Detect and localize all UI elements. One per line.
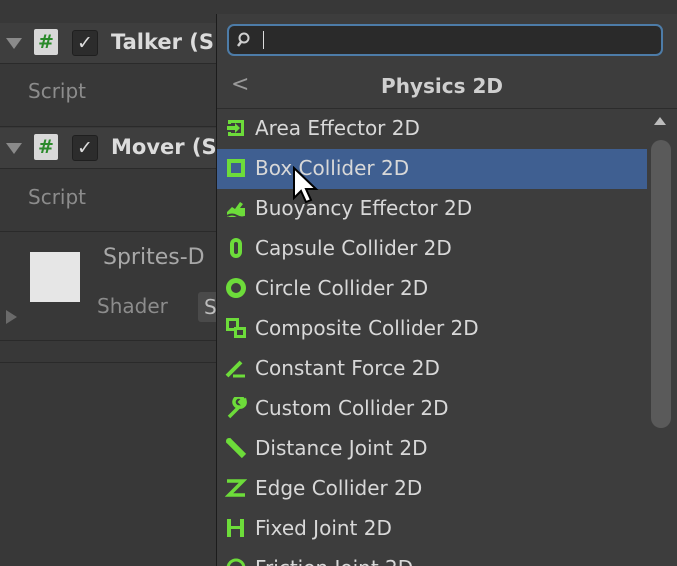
list-item-label: Friction Joint 2D <box>255 556 413 566</box>
mouse-cursor-icon <box>293 166 319 204</box>
list-item-label: Composite Collider 2D <box>255 316 479 340</box>
search-icon <box>237 32 250 47</box>
list-item-label: Box Collider 2D <box>255 156 410 180</box>
text-caret <box>263 31 264 49</box>
list-item-capsule-collider-2d[interactable]: Capsule Collider 2D <box>217 229 647 269</box>
list-item-label: Buoyancy Effector 2D <box>255 196 473 220</box>
list-item-label: Capsule Collider 2D <box>255 236 452 260</box>
material-preview-swatch <box>30 252 80 302</box>
script-hash-icon: # <box>34 134 58 160</box>
list-item-label: Edge Collider 2D <box>255 476 423 500</box>
fixed-joint-icon <box>227 519 244 537</box>
list-item-buoyancy-effector-2d[interactable]: Buoyancy Effector 2D <box>217 189 647 229</box>
list-item-circle-collider-2d[interactable]: Circle Collider 2D <box>217 269 647 309</box>
component-title: Talker (S <box>111 30 215 54</box>
foldout-arrow-icon[interactable] <box>6 143 22 154</box>
component-list: Area Effector 2D Box Collider 2D Buoyanc… <box>217 109 649 566</box>
material-name: Sprites-D <box>103 245 205 270</box>
box-collider-icon <box>227 159 245 177</box>
component-enabled-checkbox[interactable]: ✓ <box>72 135 98 161</box>
search-input[interactable] <box>259 28 649 52</box>
edge-collider-icon <box>225 479 247 497</box>
list-item-edge-collider-2d[interactable]: Edge Collider 2D <box>217 469 647 509</box>
component-enabled-checkbox[interactable]: ✓ <box>72 30 98 56</box>
component-title: Mover (S <box>111 135 217 159</box>
category-title: Physics 2D <box>381 74 503 98</box>
add-component-popup: < Physics 2D Area Effector 2D Box Collid… <box>216 14 677 566</box>
component-header-talker[interactable]: # ✓ Talker (S <box>0 23 216 64</box>
list-item-fixed-joint-2d[interactable]: Fixed Joint 2D <box>217 509 647 549</box>
script-field-label: Script <box>28 185 87 209</box>
list-item-label: Circle Collider 2D <box>255 276 429 300</box>
list-item-area-effector-2d[interactable]: Area Effector 2D <box>217 109 647 149</box>
script-field-label: Script <box>28 79 87 103</box>
script-hash-icon: # <box>34 29 58 55</box>
list-item-label: Area Effector 2D <box>255 116 420 140</box>
scrollbar-thumb[interactable] <box>651 140 671 428</box>
search-box[interactable] <box>227 24 663 56</box>
list-item-label: Constant Force 2D <box>255 356 440 380</box>
list-item-custom-collider-2d[interactable]: Custom Collider 2D <box>217 389 647 429</box>
list-item-constant-force-2d[interactable]: Constant Force 2D <box>217 349 647 389</box>
list-item-friction-joint-2d[interactable]: Friction Joint 2D <box>217 549 647 566</box>
material-foldout-icon[interactable] <box>6 310 17 324</box>
shader-label: Shader <box>97 294 168 318</box>
category-header: < Physics 2D <box>217 64 677 109</box>
list-item-box-collider-2d[interactable]: Box Collider 2D <box>217 149 647 189</box>
foldout-arrow-icon[interactable] <box>6 38 22 49</box>
component-header-mover[interactable]: # ✓ Mover (S <box>0 128 217 169</box>
list-item-composite-collider-2d[interactable]: Composite Collider 2D <box>217 309 647 349</box>
list-item-label: Custom Collider 2D <box>255 396 449 420</box>
buoyancy-effector-icon <box>226 202 247 219</box>
list-item-label: Distance Joint 2D <box>255 436 428 460</box>
custom-collider-icon <box>227 397 247 419</box>
capsule-collider-icon <box>230 238 242 258</box>
constant-force-icon <box>225 360 245 378</box>
area-effector-icon <box>227 120 244 136</box>
scroll-up-arrow-icon[interactable] <box>654 117 666 125</box>
composite-collider-icon <box>226 318 246 338</box>
distance-joint-icon <box>225 437 247 459</box>
circle-collider-icon <box>226 278 246 298</box>
list-item-distance-joint-2d[interactable]: Distance Joint 2D <box>217 429 647 469</box>
friction-joint-icon <box>226 558 246 566</box>
list-item-label: Fixed Joint 2D <box>255 516 392 540</box>
